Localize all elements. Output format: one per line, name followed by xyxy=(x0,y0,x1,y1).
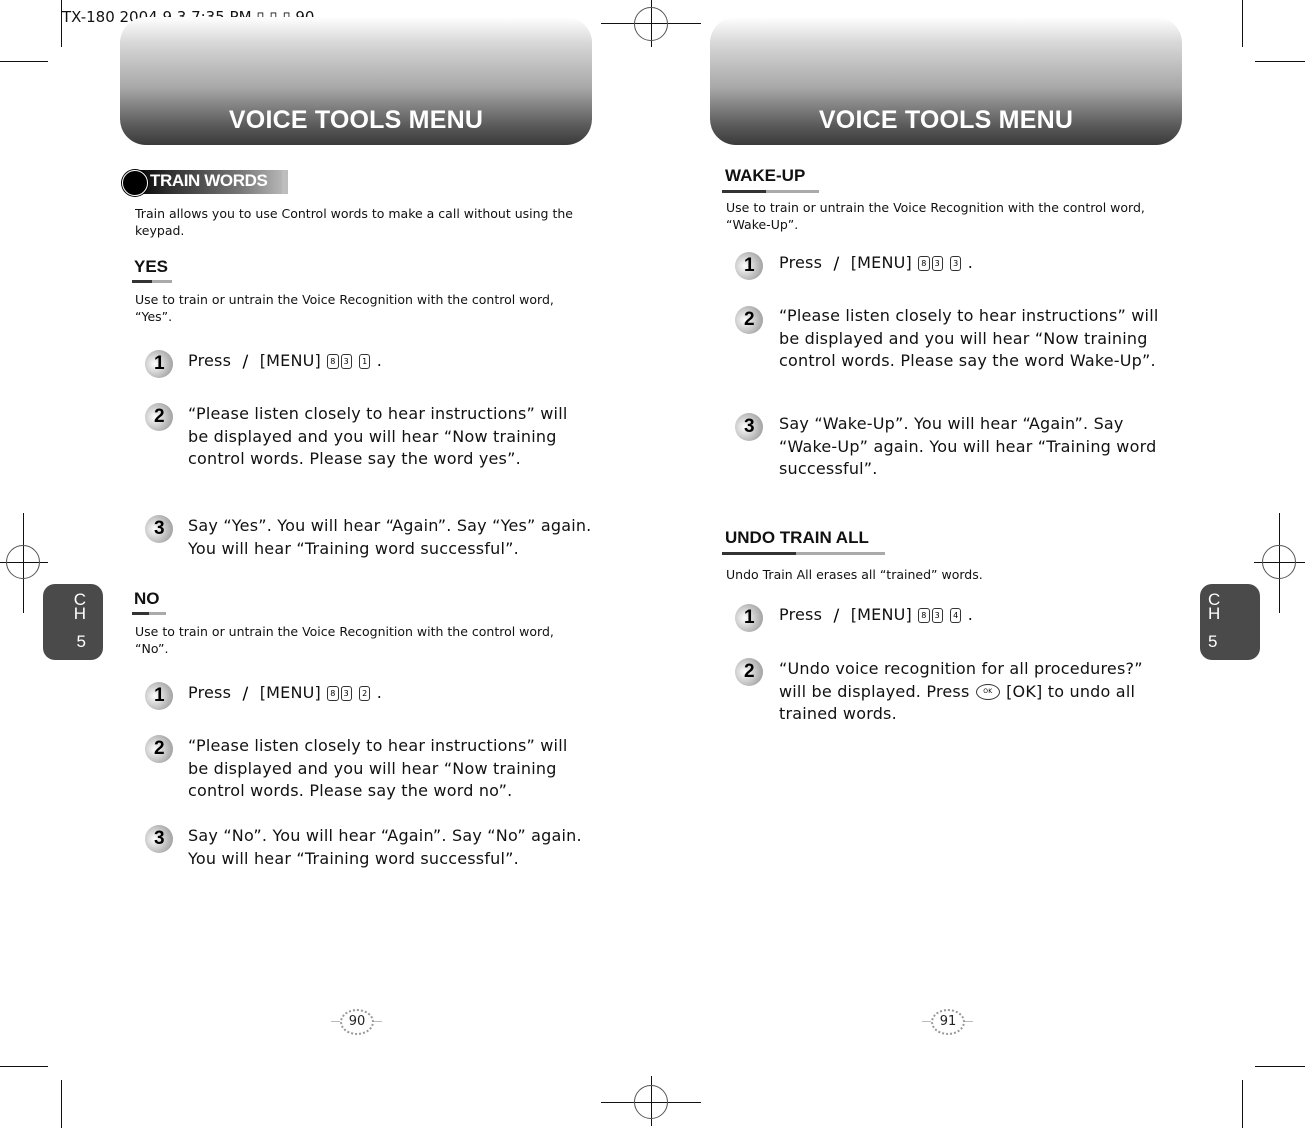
step-number: 1 xyxy=(145,682,173,710)
banner-title: VOICE TOOLS MENU xyxy=(818,106,1074,134)
section-description: Use to train or untrain the Voice Recogn… xyxy=(726,200,1145,232)
key-3-icon: 3 xyxy=(931,256,943,271)
step-number: 3 xyxy=(145,825,173,853)
step-number: 3 xyxy=(145,515,173,543)
key-1-icon: 1 xyxy=(359,354,371,369)
section-description: Use to train or untrain the Voice Recogn… xyxy=(135,624,554,656)
key-8-icon: 8 xyxy=(327,686,339,701)
left-page-banner: VOICE TOOLS MENU xyxy=(120,17,592,145)
step-text: Press ∕ [MENU] 83 4 . xyxy=(779,605,974,626)
step-number: 3 xyxy=(735,413,763,441)
key-3-icon: 3 xyxy=(950,256,962,271)
step-number: 1 xyxy=(735,252,763,280)
step-text: Press ∕ [MENU] 83 3 . xyxy=(779,253,974,274)
page-number: 90 xyxy=(340,1009,374,1035)
key-8-icon: 8 xyxy=(918,256,930,271)
crop-mark xyxy=(1255,61,1305,62)
banner-title: VOICE TOOLS MENU xyxy=(228,106,484,134)
soft-key-icon: ∕ xyxy=(833,606,840,626)
section-underline xyxy=(132,612,166,615)
section-underline xyxy=(722,552,885,555)
crop-mark xyxy=(1242,1080,1243,1128)
section-title-wake-up: WAKE-UP xyxy=(725,166,806,185)
step-number: 1 xyxy=(735,604,763,632)
section-description: Undo Train All erases all “trained” word… xyxy=(726,567,983,582)
soft-key-icon: ∕ xyxy=(833,254,840,274)
key-2-icon: 2 xyxy=(359,686,371,701)
bullet-icon xyxy=(122,170,148,196)
page-number: 91 xyxy=(931,1009,965,1035)
step-text: Press ∕ [MENU] 83 2 . xyxy=(188,683,383,704)
right-page-banner: VOICE TOOLS MENU xyxy=(710,17,1182,145)
crop-mark xyxy=(0,61,48,62)
section-description: Use to train or untrain the Voice Recogn… xyxy=(135,292,554,324)
intro-text: Train allows you to use Control words to… xyxy=(135,206,573,238)
step-text: “Please listen closely to hear instructi… xyxy=(188,736,568,800)
soft-key-icon: ∕ xyxy=(242,684,249,704)
section-title-yes: YES xyxy=(134,257,169,276)
section-title-no: NO xyxy=(134,589,160,608)
section-pill-train-words: TRAIN WORDS xyxy=(122,170,288,196)
step-text: Say “Wake-Up”. You will hear “Again”. Sa… xyxy=(779,414,1157,478)
ok-key-icon: OK xyxy=(975,684,1000,700)
step-text: Say “No”. You will hear “Again”. Say “No… xyxy=(188,826,582,868)
crop-mark xyxy=(61,1080,62,1128)
crop-mark xyxy=(1255,1066,1305,1067)
key-8-icon: 8 xyxy=(918,608,930,623)
step-text: “Please listen closely to hear instructi… xyxy=(779,306,1159,370)
step-number: 2 xyxy=(735,306,763,334)
key-3-icon: 3 xyxy=(931,608,943,623)
soft-key-icon: ∕ xyxy=(242,352,249,372)
step-number: 2 xyxy=(735,658,763,686)
key-3-icon: 3 xyxy=(340,354,352,369)
step-text: “Undo voice recognition for all procedur… xyxy=(779,659,1143,723)
step-text: Say “Yes”. You will hear “Again”. Say “Y… xyxy=(188,516,592,558)
section-title-undo-train-all: UNDO TRAIN ALL xyxy=(725,528,869,547)
step-number: 2 xyxy=(145,735,173,763)
chapter-tab: C H 5 xyxy=(43,584,103,660)
crop-mark xyxy=(1242,0,1243,47)
step-number: 2 xyxy=(145,403,173,431)
crop-mark xyxy=(61,0,62,47)
key-3-icon: 3 xyxy=(340,686,352,701)
key-8-icon: 8 xyxy=(327,354,339,369)
crop-mark xyxy=(0,1066,48,1067)
step-number: 1 xyxy=(145,350,173,378)
section-underline xyxy=(132,280,172,283)
chapter-tab: C H 5 xyxy=(1200,584,1260,660)
step-text: Press ∕ [MENU] 83 1 . xyxy=(188,351,383,372)
step-text: “Please listen closely to hear instructi… xyxy=(188,404,568,468)
section-underline xyxy=(722,190,819,193)
key-4-icon: 4 xyxy=(950,608,962,623)
